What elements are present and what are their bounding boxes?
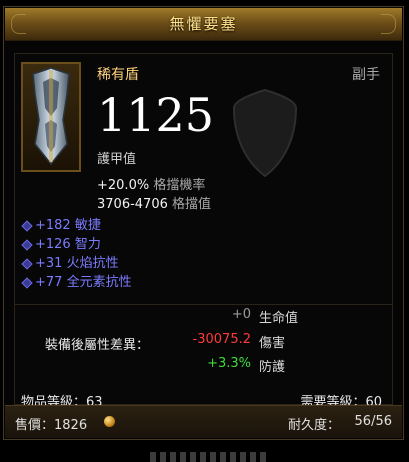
item-rarity-type: 稀有盾 xyxy=(97,67,139,83)
diamond-bullet-icon xyxy=(21,277,33,289)
item-name: 無懼要塞 xyxy=(169,15,238,33)
affix-text: +182 敏捷 xyxy=(35,218,101,233)
durability-value: 56/56 xyxy=(354,414,392,429)
item-details: 稀有盾 副手 1125 護甲值 +20.0% 格擋機率 3706-4706 格擋… xyxy=(14,53,393,410)
shield-watermark-icon xyxy=(232,88,298,178)
durability-label: 耐久度： xyxy=(288,418,341,433)
item-title-bar: 無懼要塞 xyxy=(5,8,402,41)
compare-life-value: +0 xyxy=(231,307,251,322)
comparison-title: 裝備後屬性差異： xyxy=(45,338,150,353)
compare-defense-value: +3.3% xyxy=(207,356,251,371)
armor-value: 1125 xyxy=(97,88,215,142)
block-chance-label: 格擋機率 xyxy=(153,178,206,193)
clipped-text-below xyxy=(150,452,270,462)
armor-label: 護甲值 xyxy=(97,152,137,167)
item-slot: 副手 xyxy=(352,67,380,83)
sell-price: 售價：1826 xyxy=(15,418,88,433)
gold-coin-icon xyxy=(104,416,115,427)
affix-item: +182 敏捷 xyxy=(21,216,132,235)
item-footer: 售價：1826 耐久度： 56/56 xyxy=(5,405,402,438)
block-amount-label: 格擋值 xyxy=(172,197,212,212)
affix-text: +31 火焰抗性 xyxy=(35,256,119,271)
item-icon-frame xyxy=(21,62,81,172)
diamond-bullet-icon xyxy=(21,258,33,270)
shield-icon xyxy=(32,67,70,166)
affix-text: +126 智力 xyxy=(35,237,101,252)
affix-list: +182 敏捷 +126 智力 +31 火焰抗性 +77 全元素抗性 xyxy=(21,216,132,292)
title-ornament-left xyxy=(11,14,26,34)
compare-defense-label: 防護 xyxy=(259,360,286,375)
block-amount-stat: 3706-4706 格擋值 xyxy=(97,193,211,212)
block-chance-stat: +20.0% 格擋機率 xyxy=(97,174,205,193)
compare-damage-value: -30075.2 xyxy=(192,332,251,347)
compare-damage-label: 傷害 xyxy=(259,336,286,351)
affix-item: +77 全元素抗性 xyxy=(21,273,132,292)
affix-item: +31 火焰抗性 xyxy=(21,254,132,273)
title-ornament-right xyxy=(381,14,396,34)
affix-text: +77 全元素抗性 xyxy=(35,275,132,290)
diamond-bullet-icon xyxy=(21,220,33,232)
item-tooltip: 無懼要塞 稀有盾 副手 1125 護甲值 +20.0% 格擋機率 3706-47… xyxy=(3,6,404,440)
diamond-bullet-icon xyxy=(21,239,33,251)
block-chance-value: +20.0% xyxy=(97,178,150,193)
affix-item: +126 智力 xyxy=(21,235,132,254)
compare-life-label: 生命值 xyxy=(259,311,299,326)
section-divider xyxy=(15,304,392,305)
block-amount-value: 3706-4706 xyxy=(97,197,168,212)
